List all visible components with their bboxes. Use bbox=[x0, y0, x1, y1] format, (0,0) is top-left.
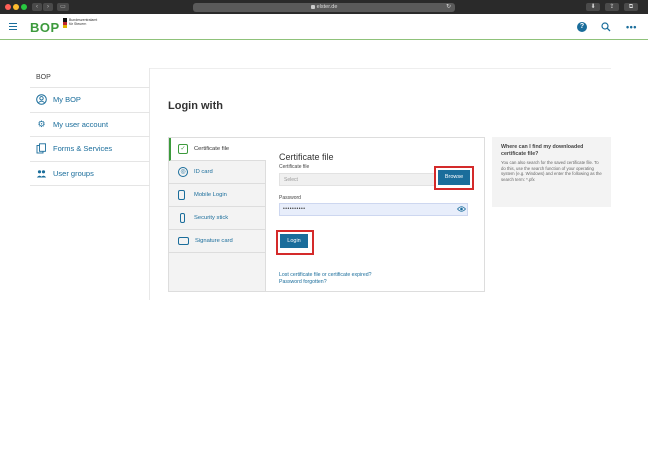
id-card-icon: ◎ bbox=[178, 167, 188, 177]
password-row: •••••••••• bbox=[279, 203, 474, 217]
eye-icon[interactable] bbox=[456, 205, 467, 213]
documents-icon bbox=[36, 143, 47, 154]
certificate-file-row: Select Browse bbox=[279, 166, 474, 190]
signature-card-icon bbox=[178, 237, 189, 245]
tab-signature-card[interactable]: Signature card bbox=[169, 230, 265, 253]
forgot-password-link[interactable]: Password forgotten? bbox=[279, 279, 372, 286]
back-icon[interactable]: ‹ bbox=[32, 3, 42, 11]
method-label: Security stick bbox=[194, 215, 229, 221]
certificate-file-input[interactable]: Select bbox=[279, 173, 435, 186]
help-text: You can also search for the saved certif… bbox=[501, 160, 602, 182]
sidebar-item-forms-services[interactable]: Forms & Services bbox=[30, 137, 150, 162]
url-text: elster.de bbox=[316, 4, 338, 10]
certificate-icon: ✓ bbox=[178, 144, 188, 154]
sidebar-item-label: Forms & Services bbox=[53, 144, 113, 154]
users-icon bbox=[36, 168, 47, 179]
browse-button[interactable]: Browse bbox=[438, 170, 470, 185]
ministry-logo-text: Bundeszentralamt für Steuern bbox=[69, 18, 98, 26]
login-method-list: ✓ Certificate file ◎ ID card Mobile Logi… bbox=[169, 138, 266, 291]
usb-stick-icon bbox=[180, 213, 185, 223]
lost-certificate-link[interactable]: Lost certificate file or certificate exp… bbox=[279, 272, 372, 279]
browser-toolbar: ‹ › ▭ elster.de ↻ ⬇ ⇪ ⧉ bbox=[0, 0, 648, 14]
sidebar-item-label: My user account bbox=[53, 119, 109, 129]
method-label: Certificate file bbox=[194, 146, 230, 152]
method-label: ID card bbox=[194, 169, 213, 175]
certificate-login-form: Certificate file Certificate file Select… bbox=[276, 152, 474, 285]
federal-eagle-icon bbox=[63, 18, 67, 32]
sidebar-toggle-icon[interactable]: ▭ bbox=[57, 3, 69, 11]
tab-certificate-file[interactable]: ✓ Certificate file bbox=[169, 138, 266, 161]
maximize-window-button[interactable] bbox=[21, 4, 27, 10]
sidebar-title: BOP bbox=[30, 68, 150, 88]
address-bar[interactable]: elster.de ↻ bbox=[193, 3, 455, 12]
help-links: Lost certificate file or certificate exp… bbox=[279, 272, 372, 285]
help-box: Where can I find my downloaded certifica… bbox=[492, 137, 611, 207]
gear-icon: ⚙ bbox=[37, 118, 46, 129]
page-title: Login with bbox=[168, 100, 223, 112]
tab-mobile-login[interactable]: Mobile Login bbox=[169, 184, 265, 207]
password-field[interactable]: •••••••••• bbox=[279, 203, 468, 216]
forward-icon[interactable]: › bbox=[43, 3, 53, 11]
download-icon[interactable]: ⬇ bbox=[586, 3, 600, 11]
divider bbox=[150, 68, 611, 69]
search-icon[interactable] bbox=[601, 22, 611, 32]
help-title: Where can I find my downloaded certifica… bbox=[501, 144, 584, 157]
method-label: Mobile Login bbox=[194, 192, 227, 198]
login-button[interactable]: Login bbox=[280, 234, 308, 248]
minimize-window-button[interactable] bbox=[13, 4, 19, 10]
password-label: Password bbox=[279, 195, 301, 201]
tab-id-card[interactable]: ◎ ID card bbox=[169, 161, 265, 184]
menu-icon[interactable] bbox=[9, 23, 17, 31]
sidebar-item-label: User groups bbox=[53, 168, 94, 178]
sidebar-item-label: My BOP bbox=[53, 95, 81, 105]
tabs-icon[interactable]: ⧉ bbox=[624, 3, 638, 11]
method-label: Signature card bbox=[195, 238, 233, 244]
user-circle-icon bbox=[36, 94, 47, 106]
brand-logo[interactable]: BOP bbox=[30, 20, 60, 35]
lock-icon bbox=[310, 4, 315, 9]
sidebar-item-user-groups[interactable]: User groups bbox=[30, 162, 150, 186]
sidebar-nav: BOP My BOP ⚙ My user account Forms & Ser… bbox=[30, 68, 150, 186]
mobile-icon bbox=[178, 190, 185, 200]
share-icon[interactable]: ⇪ bbox=[605, 3, 619, 11]
reload-icon[interactable]: ↻ bbox=[446, 3, 451, 12]
sidebar-item-my-bop[interactable]: My BOP bbox=[30, 88, 150, 113]
help-icon[interactable]: ? bbox=[577, 22, 587, 32]
tab-security-stick[interactable]: Security stick bbox=[169, 207, 265, 230]
more-options-icon[interactable]: ••• bbox=[626, 22, 636, 32]
sidebar-item-my-user-account[interactable]: ⚙ My user account bbox=[30, 113, 150, 137]
close-window-button[interactable] bbox=[5, 4, 11, 10]
login-panel: ✓ Certificate file ◎ ID card Mobile Logi… bbox=[168, 137, 485, 292]
form-title: Certificate file bbox=[279, 152, 334, 162]
app-header: BOP Bundeszentralamt für Steuern ? ••• bbox=[0, 14, 648, 40]
